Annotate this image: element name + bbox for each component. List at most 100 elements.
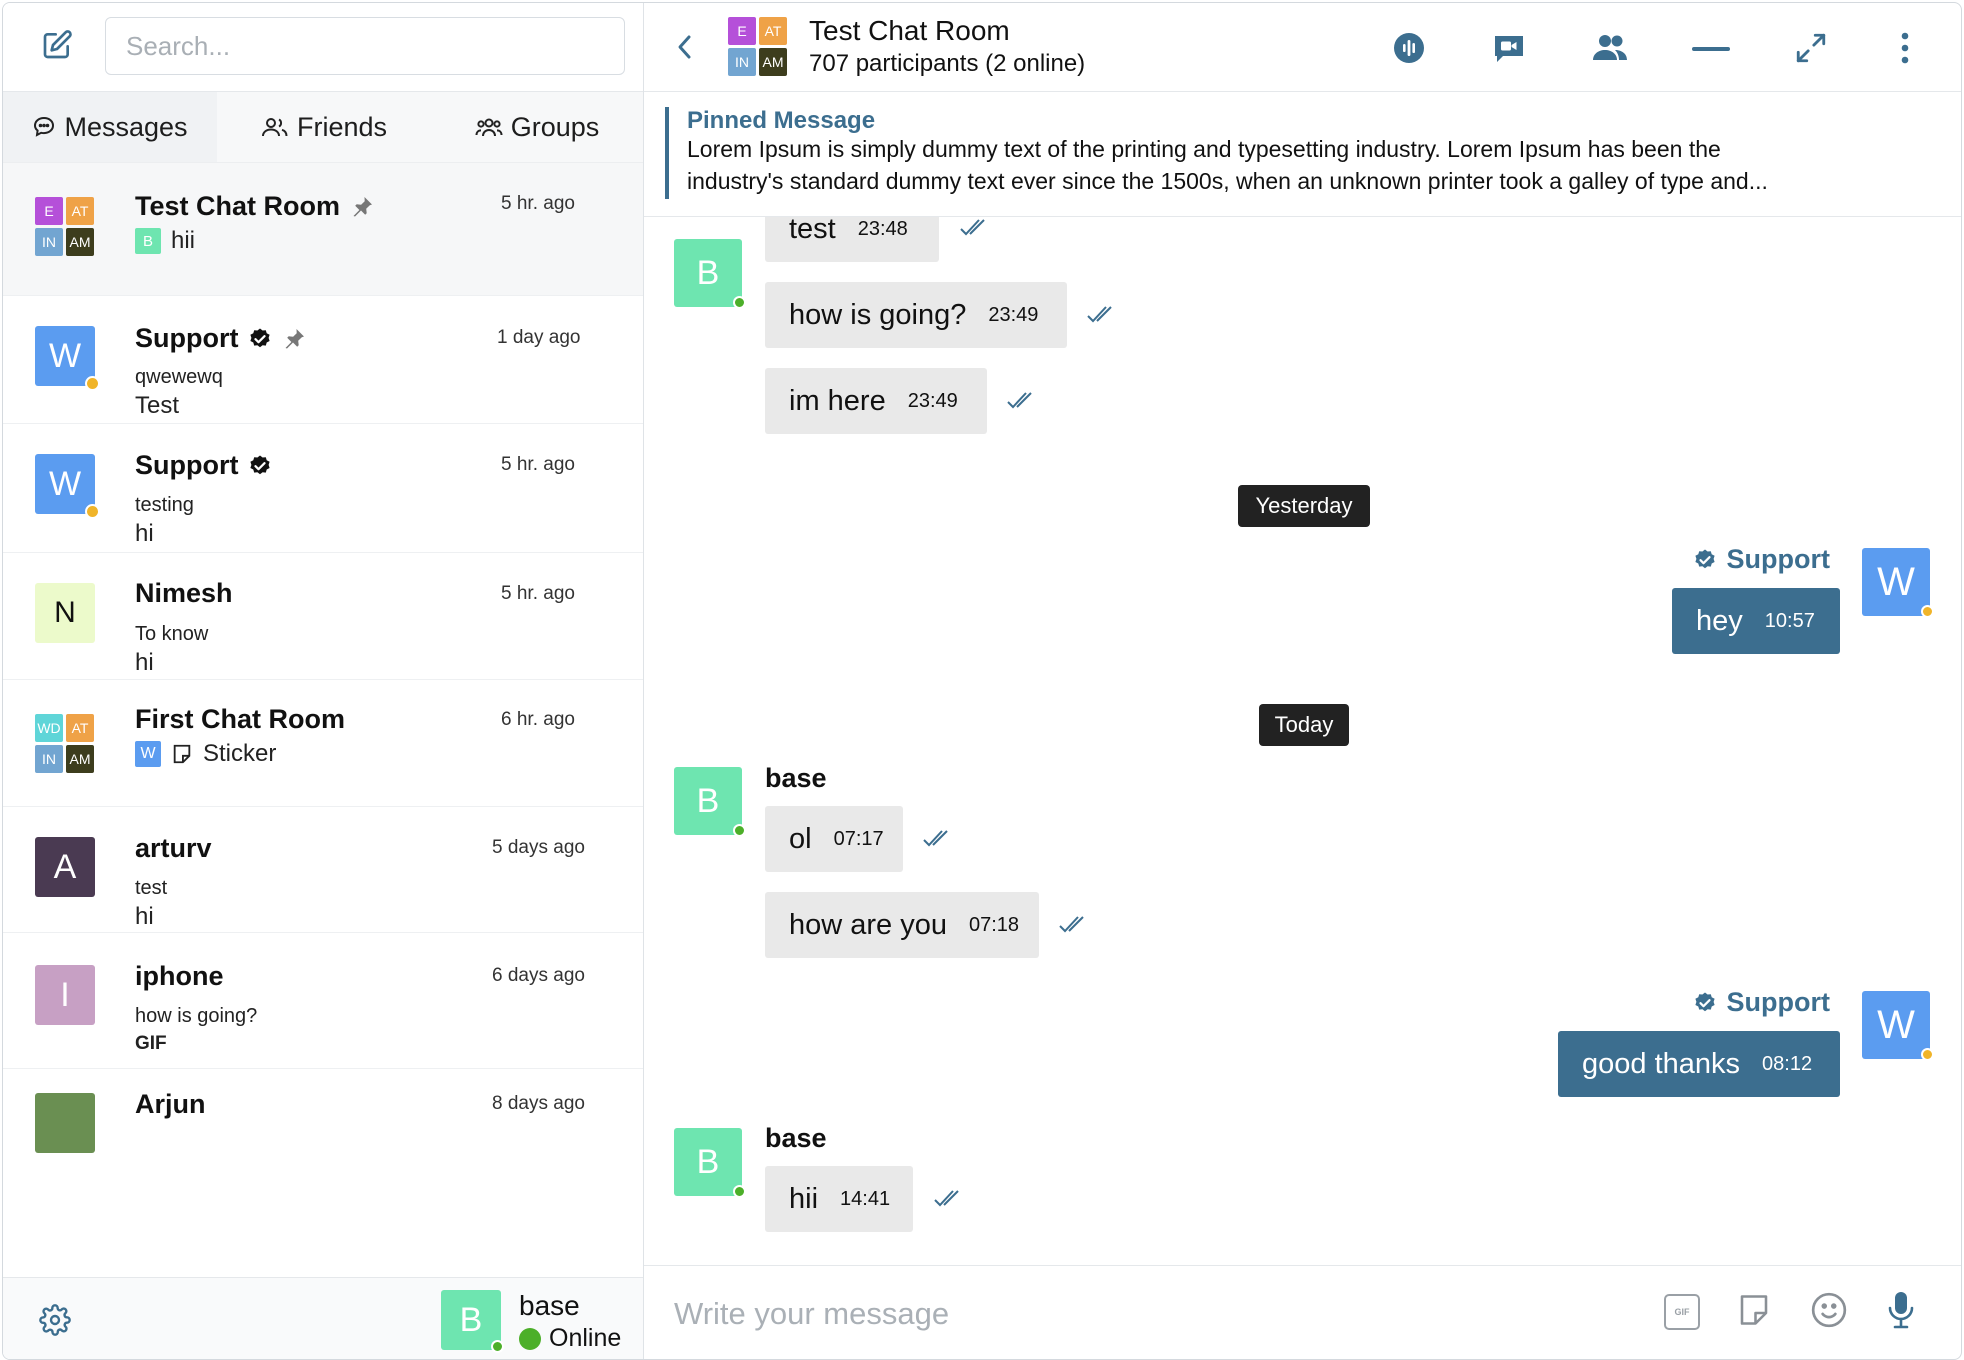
read-receipt-icon — [1059, 916, 1084, 933]
gif-button[interactable]: GIF — [1664, 1294, 1700, 1330]
chat-group-avatar[interactable]: E AT IN AM — [728, 17, 788, 77]
message-input[interactable] — [672, 1284, 1576, 1344]
sender-name: Support — [1693, 987, 1830, 1018]
conversation-item[interactable]: W Support 5 hr. ago testing hi — [3, 424, 643, 553]
tab-friends[interactable]: Friends — [217, 92, 431, 162]
conversation-time: 5 days ago — [492, 837, 585, 858]
chat-bubble-icon — [34, 116, 55, 137]
sender-avatar[interactable]: B — [674, 1128, 742, 1196]
pin-icon — [353, 196, 373, 216]
message-preview-text: hi — [135, 649, 154, 676]
conversation-item[interactable]: E AT IN AM Test Chat Room 5 hr. ago B hi… — [3, 163, 643, 296]
minimize-icon[interactable] — [1692, 46, 1730, 52]
back-chevron-icon[interactable] — [674, 33, 696, 61]
conversation-item[interactable]: W Support 1 day ago qwewewq Test — [3, 296, 643, 424]
sender-avatar[interactable]: W — [1862, 991, 1930, 1059]
conversation-item[interactable]: A arturv 5 days ago test hi — [3, 807, 643, 933]
conversation-item[interactable]: N Nimesh 5 hr. ago To know hi — [3, 553, 643, 680]
date-separator: Yesterday — [1238, 485, 1370, 527]
conversation-name: Support — [135, 323, 306, 354]
conversation-item[interactable]: Arjun 8 days ago — [3, 1069, 643, 1189]
message-preview: Test — [135, 392, 179, 420]
sender-avatar[interactable]: B — [674, 767, 742, 835]
sender-avatar[interactable]: B — [674, 239, 742, 307]
sender-name-text: Support — [1726, 987, 1830, 1017]
emoji-icon[interactable] — [1810, 1291, 1848, 1329]
online-status-dot — [733, 296, 746, 309]
verified-icon — [250, 455, 271, 474]
conversation-item[interactable]: I iphone 6 days ago how is going? GIF — [3, 933, 643, 1069]
message-bubble[interactable]: how are you 07:18 — [765, 892, 1039, 958]
sticker-icon[interactable] — [1736, 1292, 1772, 1328]
video-call-icon[interactable] — [1492, 33, 1526, 65]
message-bubble[interactable]: ol 07:17 — [765, 806, 903, 872]
chat-header: E AT IN AM Test Chat Room 707 participan… — [644, 3, 1961, 92]
sender-name-text: Support — [1726, 544, 1830, 574]
mini-avatar: W — [135, 741, 161, 767]
sidebar-tabs: Messages Friends Groups — [3, 92, 643, 163]
conversation-subtitle: To know — [135, 623, 209, 645]
gif-label: GIF — [1674, 1307, 1690, 1317]
tab-groups[interactable]: Groups — [431, 92, 643, 162]
verified-icon — [1694, 549, 1715, 568]
current-user-status: Online — [519, 1324, 621, 1353]
message-bubble[interactable]: hii 14:41 — [765, 1166, 913, 1232]
read-receipt-icon — [960, 219, 985, 236]
message-bubble[interactable]: hey 10:57 — [1672, 588, 1840, 654]
message-time: 07:18 — [969, 913, 1020, 936]
pinned-label: Pinned Message — [687, 107, 876, 134]
pin-icon — [285, 328, 305, 348]
sidebar-header — [3, 3, 643, 92]
read-receipt-icon — [1087, 306, 1112, 323]
message-time: 10:57 — [1764, 609, 1815, 632]
chat-title: Test Chat Room — [809, 15, 1010, 46]
expand-icon[interactable] — [1794, 31, 1828, 65]
conversation-time: 5 hr. ago — [501, 454, 575, 475]
message-time: 08:12 — [1762, 1052, 1813, 1075]
more-options-icon[interactable] — [1900, 31, 1910, 65]
sender-avatar[interactable]: W — [1862, 548, 1930, 616]
conversation-time: 1 day ago — [497, 327, 581, 348]
message-preview: hi — [135, 903, 154, 931]
message-preview: hi — [135, 520, 154, 548]
tab-messages[interactable]: Messages — [3, 92, 217, 162]
message-bubble[interactable]: how is going? 23:49 — [765, 282, 1067, 348]
settings-icon[interactable] — [39, 1304, 71, 1336]
message-time: 07:17 — [833, 827, 884, 850]
message-time: 23:48 — [857, 217, 908, 240]
compose-icon[interactable] — [41, 29, 73, 61]
avatar-cell: IN — [728, 48, 756, 76]
groups-icon — [475, 118, 503, 137]
search-input[interactable] — [105, 17, 625, 75]
online-status-dot — [491, 1340, 504, 1353]
conversation-name-text: Support — [135, 323, 239, 353]
message-bubble[interactable]: im here 23:49 — [765, 368, 987, 434]
conversation-time: 8 days ago — [492, 1093, 585, 1114]
message-bubble[interactable]: good thanks 08:12 — [1558, 1031, 1840, 1097]
conversation-list: E AT IN AM Test Chat Room 5 hr. ago B hi… — [3, 163, 643, 1278]
avatar: W — [35, 326, 95, 386]
user-footer: B base Online — [3, 1277, 643, 1359]
sender-name: Support — [1693, 544, 1830, 575]
message-preview: hii — [171, 227, 196, 254]
friends-icon — [261, 118, 288, 137]
members-icon[interactable] — [1592, 33, 1628, 63]
avatar-cell: AT — [66, 197, 94, 225]
group-avatar: E AT IN AM — [35, 197, 95, 257]
message-preview-text: hi — [135, 903, 154, 930]
pinned-message[interactable]: Pinned Message Lorem Ipsum is simply dum… — [665, 107, 1945, 199]
message-text: hey — [1696, 604, 1743, 637]
conversation-name-text: arturv — [135, 833, 212, 863]
avatar-cell: AM — [66, 228, 94, 256]
voice-call-icon[interactable] — [1392, 31, 1426, 65]
message-bubble[interactable]: test 23:48 — [765, 217, 939, 262]
avatar-cell: E — [728, 17, 756, 45]
conversation-item[interactable]: WD AT IN AM First Chat Room 6 hr. ago W … — [3, 680, 643, 807]
sticker-icon — [173, 744, 191, 764]
microphone-icon[interactable] — [1887, 1290, 1915, 1330]
chat-window: Messages Friends Groups E AT IN AM — [2, 2, 1962, 1360]
conversation-time: 6 days ago — [492, 965, 585, 986]
message-text: how is going? — [789, 298, 967, 331]
away-status-dot — [1921, 1048, 1934, 1061]
message-text: im here — [789, 384, 886, 417]
